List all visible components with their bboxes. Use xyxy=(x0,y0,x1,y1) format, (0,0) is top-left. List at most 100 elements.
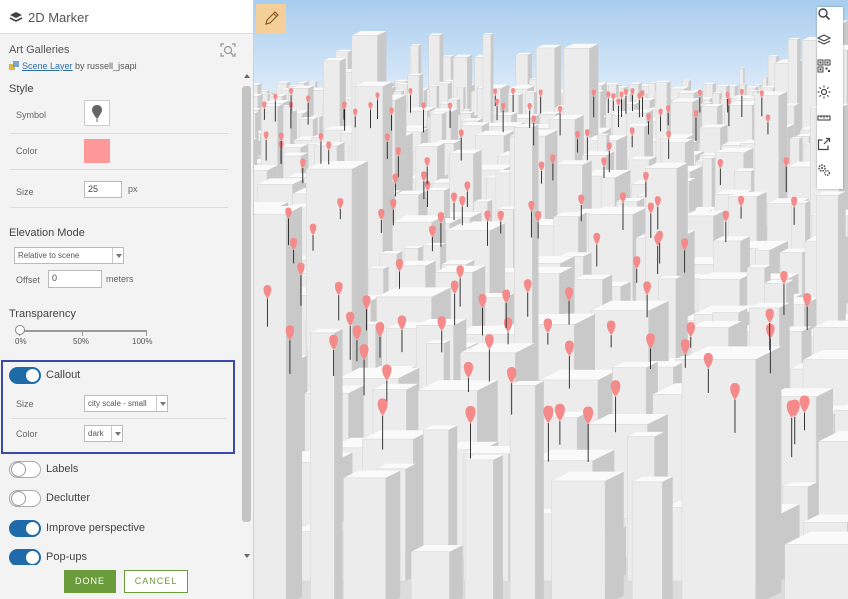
measure-button[interactable] xyxy=(817,111,843,137)
building-side xyxy=(755,346,782,599)
popups-toggle[interactable] xyxy=(9,549,41,565)
slider-tick-label: 0% xyxy=(15,337,27,346)
layer-type-link[interactable]: Scene Layer xyxy=(22,61,73,71)
labels-label: Labels xyxy=(46,463,79,475)
building-side xyxy=(334,328,343,599)
cancel-button[interactable]: CANCEL xyxy=(124,570,188,593)
elevation-mode-title: Elevation Mode xyxy=(9,227,85,239)
divider xyxy=(10,133,228,134)
settings-button[interactable] xyxy=(817,163,843,189)
callout-color-label: Color xyxy=(16,429,38,439)
pencil-icon xyxy=(265,11,279,25)
city-scene[interactable] xyxy=(254,0,848,599)
style-title: Style xyxy=(9,83,34,95)
share-button[interactable] xyxy=(817,137,843,163)
building xyxy=(254,213,287,599)
callout-size-label: Size xyxy=(16,399,34,409)
building-side xyxy=(605,471,624,599)
popups-label: Pop-ups xyxy=(46,551,87,563)
scrollbar-thumb[interactable] xyxy=(242,86,251,522)
marker-symbol-icon xyxy=(9,12,23,22)
callout-size-value: city scale - small xyxy=(88,399,147,408)
transparency-slider-track[interactable] xyxy=(19,330,147,332)
building xyxy=(343,477,386,599)
building xyxy=(551,480,606,599)
size-unit: px xyxy=(128,184,138,194)
callout-size-select[interactable]: city scale - small xyxy=(84,395,168,412)
offset-label: Offset xyxy=(16,275,40,285)
layers-icon xyxy=(817,34,831,45)
size-label: Size xyxy=(16,187,34,197)
sun-icon xyxy=(817,85,831,99)
building xyxy=(631,481,663,599)
divider xyxy=(12,418,226,419)
qr-grid-button[interactable] xyxy=(817,59,843,85)
offset-input[interactable]: 0 xyxy=(48,270,102,288)
building xyxy=(410,551,450,599)
transparency-title: Transparency xyxy=(9,308,76,320)
transparency-slider-thumb[interactable] xyxy=(15,325,25,335)
layers-button[interactable] xyxy=(817,33,843,59)
zoom-to-layer-icon[interactable] xyxy=(218,41,238,59)
settings-icon xyxy=(818,164,830,176)
building-side xyxy=(449,545,463,599)
building xyxy=(784,544,848,599)
scroll-up-icon[interactable] xyxy=(244,74,250,78)
slider-tick xyxy=(82,332,83,336)
layer-owner: by russell_jsapi xyxy=(72,61,137,71)
measure-icon xyxy=(817,115,831,121)
color-swatch[interactable] xyxy=(84,139,110,163)
chevron-down-icon xyxy=(111,426,122,441)
scene-layer-icon xyxy=(9,61,19,70)
chevron-down-icon xyxy=(156,396,167,411)
layer-subtitle: Scene Layer by russell_jsapi xyxy=(9,61,137,71)
slider-tick xyxy=(146,332,147,336)
map-pin-icon xyxy=(92,105,102,122)
scene-view[interactable] xyxy=(254,0,848,599)
declutter-toggle[interactable] xyxy=(9,490,41,507)
labels-toggle[interactable] xyxy=(9,461,41,478)
building xyxy=(509,385,536,599)
building xyxy=(464,459,494,599)
callout-label: Callout xyxy=(46,369,81,381)
elevation-mode-value: Relative to scene xyxy=(18,251,80,260)
panel-scroll-area[interactable]: Art Galleries Scene Layer by russell_jsa… xyxy=(0,35,238,565)
declutter-label: Declutter xyxy=(46,492,91,504)
slider-tick-label: 50% xyxy=(73,337,90,346)
edit-button[interactable] xyxy=(256,4,286,34)
share-icon xyxy=(817,137,831,151)
slider-tick-label: 100% xyxy=(132,337,153,346)
building-side xyxy=(493,455,503,599)
elevation-mode-select[interactable]: Relative to scene xyxy=(14,247,124,264)
symbol-label: Symbol xyxy=(16,110,47,120)
done-button[interactable]: DONE xyxy=(64,570,116,593)
qr-grid-icon xyxy=(817,59,831,73)
callout-color-select[interactable]: dark xyxy=(84,425,123,442)
callout-toggle[interactable] xyxy=(9,367,41,384)
color-label: Color xyxy=(16,146,38,156)
layer-name: Art Galleries xyxy=(9,44,70,56)
search-icon xyxy=(818,8,831,21)
style-panel: 2D Marker Art Galleries Scene Layer by r… xyxy=(0,0,254,599)
chevron-down-icon xyxy=(112,248,123,263)
scroll-down-icon[interactable] xyxy=(244,554,250,558)
panel-title: 2D Marker xyxy=(28,10,89,25)
divider xyxy=(10,207,228,208)
callout-color-value: dark xyxy=(88,429,104,438)
daylight-button[interactable] xyxy=(817,85,843,111)
building xyxy=(310,332,335,599)
map-toolbar xyxy=(817,7,843,189)
offset-unit: meters xyxy=(106,274,134,284)
building-side xyxy=(385,470,401,599)
panel-footer: DONE CANCEL xyxy=(0,566,253,599)
search-button[interactable] xyxy=(817,7,843,33)
panel-scrollbar[interactable] xyxy=(241,72,253,566)
building xyxy=(681,359,756,599)
building-side xyxy=(662,476,673,599)
improve-perspective-label: Improve perspective xyxy=(46,522,146,534)
size-input[interactable]: 25 xyxy=(84,181,122,198)
symbol-picker[interactable] xyxy=(84,100,110,126)
panel-header: 2D Marker xyxy=(0,0,253,34)
building-side xyxy=(535,381,544,599)
improve-perspective-toggle[interactable] xyxy=(9,520,41,537)
